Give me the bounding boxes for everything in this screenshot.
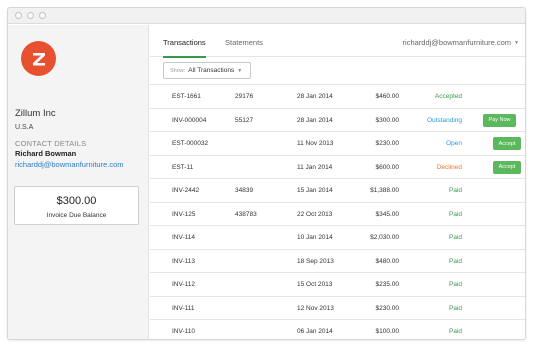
transaction-number: INV-000004: [172, 116, 207, 124]
transaction-amount: $480.00: [375, 257, 400, 265]
user-menu[interactable]: richarddj@bowmanfurniture.com ▼: [403, 38, 519, 47]
transaction-amount: $1,388.00: [370, 187, 399, 194]
table-row[interactable]: INV-114 10 Jan 2014 $2,030.00 Paid: [150, 226, 525, 250]
user-email: richarddj@bowmanfurniture.com: [402, 38, 512, 47]
contact-details-heading: CONTACT DETAILS: [15, 139, 87, 148]
z-logo-icon: [32, 52, 45, 65]
transactions-table: EST-1661 29176 28 Jan 2014 $460.00 Accepted I…: [150, 85, 525, 339]
transaction-date: 11 Jan 2014: [297, 163, 333, 171]
reference-number: 438783: [235, 210, 257, 218]
transaction-amount: $300.00: [375, 116, 400, 124]
transaction-number: EST-11: [172, 163, 194, 171]
transaction-amount: $2,030.00: [370, 234, 399, 241]
transaction-amount: $100.00: [375, 328, 400, 335]
transaction-date: 15 Jan 2014: [297, 187, 333, 194]
accept-button[interactable]: Accept: [493, 137, 521, 150]
transaction-date: 11 Nov 2013: [297, 140, 334, 147]
balance-card: $300.00 Invoice Due Balance: [14, 186, 139, 225]
table-row[interactable]: INV-113 18 Sep 2013 $480.00 Paid: [150, 250, 525, 273]
status-badge: Outstanding: [426, 116, 462, 124]
company-logo: [21, 41, 56, 76]
transaction-date: 15 Oct 2013: [297, 281, 333, 288]
main-panel: Transactions Statements richarddj@bowman…: [150, 25, 525, 339]
window-maximize-dot[interactable]: [39, 12, 46, 19]
transaction-number: INV-125: [172, 210, 196, 218]
transaction-date: 28 Jan 2014: [297, 93, 333, 100]
transaction-number: INV-2442: [172, 187, 200, 194]
filter-selected-value: All Transactions: [188, 67, 235, 74]
customer-sidebar: Zillum Inc U.S.A CONTACT DETAILS Richard…: [8, 25, 149, 339]
contact-name: Richard Bowman: [15, 149, 77, 158]
balance-amount: $300.00: [56, 195, 97, 207]
filter-bar: Show: All Transactions ▼: [150, 58, 525, 85]
transaction-date: 18 Sep 2013: [297, 257, 334, 265]
reference-number: 34839: [235, 187, 254, 194]
status-badge: Paid: [448, 281, 462, 288]
transaction-number: INV-110: [172, 328, 196, 335]
company-country: U.S.A: [15, 124, 34, 131]
status-badge: Paid: [448, 257, 462, 265]
tab-statements[interactable]: Statements: [225, 38, 263, 56]
transaction-date: 28 Jan 2014: [297, 116, 333, 124]
table-row[interactable]: INV-111 12 Nov 2013 $230.00 Paid: [150, 297, 525, 320]
transaction-number: INV-111: [172, 304, 195, 312]
transaction-date: 10 Jan 2014: [297, 234, 333, 241]
transaction-number: EST-000032: [172, 140, 209, 147]
transaction-amount: $230.00: [375, 304, 400, 312]
transaction-amount: $600.00: [375, 163, 400, 171]
app-window: Zillum Inc U.S.A CONTACT DETAILS Richard…: [7, 7, 526, 340]
table-row[interactable]: EST-11 11 Jan 2014 $600.00 Declined Accept: [150, 156, 525, 179]
window-minimize-dot[interactable]: [27, 12, 34, 19]
window-titlebar: [8, 8, 525, 24]
chevron-down-icon: ▼: [237, 67, 243, 74]
table-row[interactable]: INV-2442 34839 15 Jan 2014 $1,388.00 Paid: [150, 179, 525, 203]
transaction-date: 12 Nov 2013: [297, 304, 334, 312]
pay-now-button[interactable]: Pay Now: [483, 113, 516, 127]
transaction-filter-dropdown[interactable]: Show: All Transactions ▼: [163, 62, 251, 79]
tab-bar: Transactions Statements richarddj@bowman…: [150, 25, 525, 58]
status-badge: Open: [446, 140, 462, 147]
tab-transactions[interactable]: Transactions: [163, 38, 206, 58]
table-row[interactable]: INV-000004 55127 28 Jan 2014 $300.00 Outstan…: [150, 109, 525, 132]
table-row[interactable]: INV-125 438783 22 Oct 2013 $345.00 Paid: [150, 203, 525, 226]
transaction-date: 22 Oct 2013: [297, 210, 333, 218]
transaction-number: INV-112: [172, 281, 196, 288]
reference-number: 29176: [235, 93, 254, 100]
transaction-amount: $230.00: [375, 140, 400, 147]
transaction-date: 06 Jan 2014: [297, 328, 333, 335]
status-badge: Paid: [448, 304, 462, 312]
transaction-amount: $345.00: [375, 210, 400, 218]
table-row[interactable]: INV-110 06 Jan 2014 $100.00 Paid: [150, 320, 525, 339]
window-close-dot[interactable]: [15, 12, 22, 19]
status-badge: Paid: [448, 187, 462, 194]
reference-number: 55127: [235, 116, 254, 124]
table-row[interactable]: EST-000032 11 Nov 2013 $230.00 Open Accept: [150, 132, 525, 156]
transaction-number: INV-114: [172, 234, 196, 241]
status-badge: Paid: [448, 210, 462, 218]
transaction-amount: $235.00: [375, 281, 400, 288]
status-badge: Declined: [436, 163, 462, 171]
status-badge: Paid: [448, 234, 462, 241]
transaction-number: EST-1661: [172, 93, 201, 100]
status-badge: Paid: [448, 328, 462, 335]
company-name: Zillum Inc: [15, 108, 56, 119]
contact-email-link[interactable]: richarddj@bowmanfurniture.com: [15, 160, 124, 169]
accept-button[interactable]: Accept: [493, 160, 521, 174]
status-badge: Accepted: [434, 93, 462, 100]
table-row[interactable]: EST-1661 29176 28 Jan 2014 $460.00 Accepted: [150, 85, 525, 109]
table-row[interactable]: INV-112 15 Oct 2013 $235.00 Paid: [150, 273, 525, 297]
chevron-down-icon: ▼: [514, 39, 519, 46]
transaction-number: INV-113: [172, 257, 196, 265]
balance-label: Invoice Due Balance: [46, 212, 107, 219]
filter-prefix-label: Show:: [170, 67, 186, 74]
transaction-amount: $460.00: [375, 93, 400, 100]
